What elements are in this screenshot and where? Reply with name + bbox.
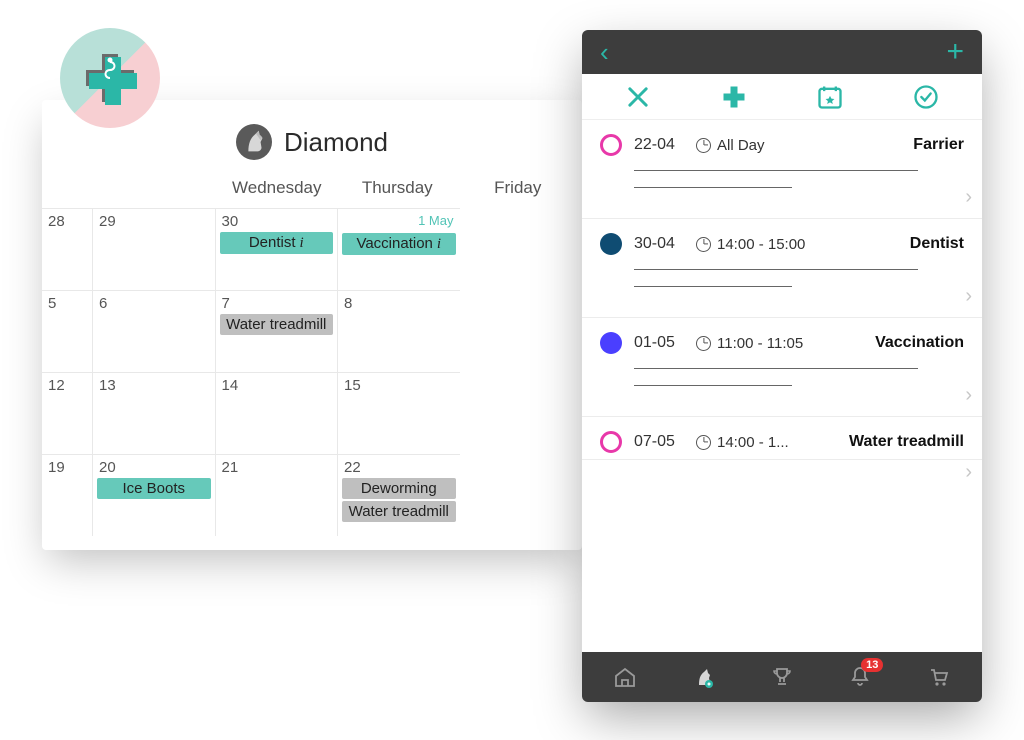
calendar-week: 19 20 Ice Boots 21 22 Deworming Water tr… [42, 454, 582, 536]
appointment-item[interactable]: 07-05 14:00 - 1... Water treadmill › [582, 417, 982, 460]
appointment-time: 14:00 - 1... [696, 434, 837, 451]
week-number: 19 [42, 454, 92, 536]
week-number: 5 [42, 290, 92, 372]
phone-panel: ‹ + 22-04 All Day Farrier › [582, 30, 982, 702]
calendar-event[interactable]: Vaccinationi [342, 233, 456, 255]
clock-icon [696, 237, 711, 252]
close-tab[interactable] [624, 83, 652, 111]
status-dot [600, 332, 622, 354]
horse-head-icon [692, 665, 716, 689]
clock-icon [696, 138, 711, 153]
phone-filter-tabs [582, 74, 982, 120]
done-tab[interactable] [912, 83, 940, 111]
calendar-event[interactable]: Ice Boots [97, 478, 211, 499]
calendar-cell[interactable]: 15 [337, 372, 460, 454]
appointment-date: 30-04 [634, 235, 684, 253]
horse-avatar[interactable] [236, 124, 272, 160]
calendar-day-headers: Wednesday Thursday Friday [42, 172, 582, 208]
nav-horse[interactable] [689, 662, 719, 692]
month-tag: 1 May [418, 213, 453, 228]
note-lines [634, 170, 964, 188]
status-dot [600, 134, 622, 156]
appointment-item[interactable]: 01-05 11:00 - 11:05 Vaccination › [582, 318, 982, 417]
calendar-star-icon [816, 83, 844, 111]
day-header-wed: Wednesday [217, 178, 338, 198]
horse-name: Diamond [284, 127, 388, 158]
note-lines [634, 269, 964, 287]
health-tab[interactable] [720, 83, 748, 111]
close-icon [624, 83, 652, 111]
appointment-title: Water treadmill [849, 433, 964, 451]
appointment-item[interactable]: 22-04 All Day Farrier › [582, 120, 982, 219]
calendar-event[interactable]: Deworming [342, 478, 456, 499]
phone-top-bar: ‹ + [582, 30, 982, 74]
calendar-cell[interactable]: 30 Dentisti [215, 208, 338, 290]
appointment-title: Vaccination [875, 334, 964, 352]
calendar-cell[interactable]: 8 [337, 290, 460, 372]
calendar-cell[interactable]: 14 [215, 372, 338, 454]
trophy-icon [770, 665, 794, 689]
appointment-date: 01-05 [634, 334, 684, 352]
calendar-cell[interactable]: 20 Ice Boots [92, 454, 215, 536]
nav-trophy[interactable] [767, 662, 797, 692]
calendar-week: 5 6 7 Water treadmill 8 [42, 290, 582, 372]
calendar-cell[interactable]: 29 [92, 208, 215, 290]
week-number: 28 [42, 208, 92, 290]
appointment-list: 22-04 All Day Farrier › 30-04 14:00 - 15… [582, 120, 982, 652]
phone-bottom-nav: 13 [582, 652, 982, 702]
nav-cart[interactable] [924, 662, 954, 692]
medical-cross-icon [720, 83, 748, 111]
schedule-tab[interactable] [816, 83, 844, 111]
calendar-week: 12 13 14 15 [42, 372, 582, 454]
status-dot [600, 233, 622, 255]
chevron-right-icon: › [965, 285, 972, 308]
appointment-date: 07-05 [634, 433, 684, 451]
clock-icon [696, 336, 711, 351]
chevron-right-icon: › [965, 384, 972, 407]
calendar-panel: Diamond Wednesday Thursday Friday 28 29 … [42, 100, 582, 550]
appointment-title: Dentist [910, 235, 964, 253]
calendar-cell[interactable]: 1 May Vaccinationi [337, 208, 460, 290]
clock-icon [696, 435, 711, 450]
calendar-event[interactable]: Dentisti [220, 232, 334, 254]
calendar-cell[interactable]: 21 [215, 454, 338, 536]
chevron-right-icon: › [965, 186, 972, 209]
check-circle-icon [912, 83, 940, 111]
chevron-right-icon: › [965, 461, 972, 484]
calendar-cell[interactable]: 6 [92, 290, 215, 372]
appointment-time: 11:00 - 11:05 [696, 335, 863, 352]
back-button[interactable]: ‹ [600, 37, 609, 68]
health-badge [60, 28, 160, 128]
calendar-cell[interactable]: 13 [92, 372, 215, 454]
notification-badge: 13 [861, 658, 883, 672]
info-icon: i [300, 235, 304, 251]
appointment-title: Farrier [913, 136, 964, 154]
appointment-time: All Day [696, 137, 901, 154]
nav-barn[interactable] [610, 662, 640, 692]
calendar-event[interactable]: Water treadmill [342, 501, 456, 522]
nav-notifications[interactable]: 13 [845, 662, 875, 692]
barn-icon [613, 665, 637, 689]
add-button[interactable]: + [946, 37, 964, 67]
info-icon: i [437, 236, 441, 252]
cart-icon [927, 665, 951, 689]
note-lines [634, 368, 964, 386]
appointment-time: 14:00 - 15:00 [696, 236, 898, 253]
appointment-date: 22-04 [634, 136, 684, 154]
medical-cross-icon [80, 48, 140, 108]
calendar-event[interactable]: Water treadmill [220, 314, 334, 335]
appointment-item[interactable]: 30-04 14:00 - 15:00 Dentist › [582, 219, 982, 318]
day-header-fri: Friday [458, 178, 579, 198]
calendar-week: 28 29 30 Dentisti 1 May Vaccinationi [42, 208, 582, 290]
calendar-cell[interactable]: 22 Deworming Water treadmill [337, 454, 460, 536]
day-header-thu: Thursday [337, 178, 458, 198]
week-number: 12 [42, 372, 92, 454]
calendar-cell[interactable]: 7 Water treadmill [215, 290, 338, 372]
status-dot [600, 431, 622, 453]
